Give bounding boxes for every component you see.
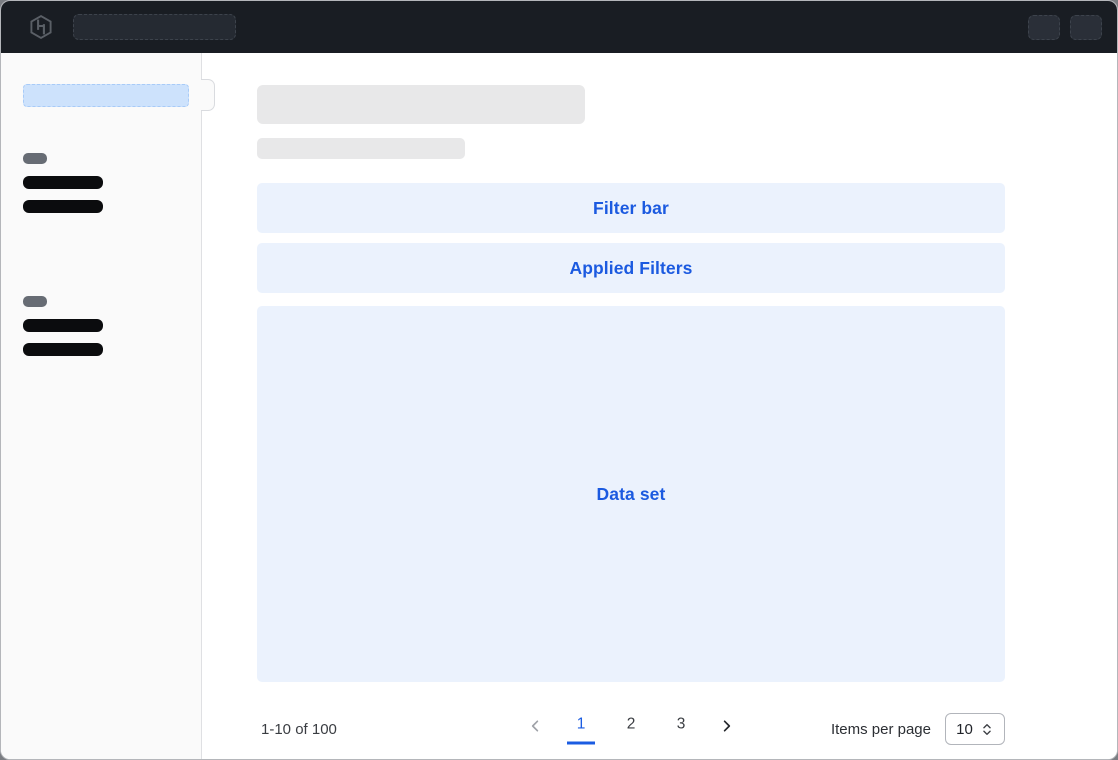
previous-page-button[interactable] (526, 719, 545, 740)
sidebar-active-item[interactable] (23, 84, 189, 107)
app-window: Filter bar Applied Filters Data set 1-10… (0, 0, 1118, 760)
chevrons-up-down-icon (980, 722, 994, 737)
page-subtitle-skeleton (257, 138, 465, 159)
sidebar-item[interactable] (23, 176, 103, 189)
pagination-range-text: 1-10 of 100 (257, 721, 337, 738)
chevron-left-icon (528, 719, 543, 734)
items-per-page-select[interactable]: 10 (945, 713, 1005, 745)
items-per-page-label: Items per page (831, 721, 931, 738)
sidebar-item[interactable] (23, 343, 103, 356)
sidebar-toggle-tab[interactable] (201, 79, 215, 111)
hashicorp-logo-icon (29, 15, 53, 39)
page-button[interactable]: 3 (667, 714, 695, 745)
items-per-page-value: 10 (956, 721, 973, 738)
sidebar-item[interactable] (23, 200, 103, 213)
pager: 1 2 3 (526, 714, 736, 745)
topnav-action-button-2[interactable] (1070, 15, 1102, 40)
page-button[interactable]: 1 (567, 714, 595, 745)
data-set-section: Data set (257, 306, 1005, 682)
main-content: Filter bar Applied Filters Data set 1-10… (202, 53, 1117, 759)
applied-filters-section: Applied Filters (257, 243, 1005, 293)
sidebar-section-label-1 (23, 153, 47, 164)
page-title-skeleton (257, 85, 585, 124)
top-nav-bar (1, 1, 1117, 53)
data-set-label: Data set (597, 484, 666, 505)
chevron-right-icon (719, 719, 734, 734)
topnav-action-button-1[interactable] (1028, 15, 1060, 40)
sidebar-section-label-2 (23, 296, 47, 307)
filter-bar-section: Filter bar (257, 183, 1005, 233)
applied-filters-label: Applied Filters (569, 258, 692, 279)
next-page-button[interactable] (717, 719, 736, 740)
search-input[interactable] (73, 14, 236, 40)
sidebar-item[interactable] (23, 319, 103, 332)
filter-bar-label: Filter bar (593, 198, 669, 219)
app-body: Filter bar Applied Filters Data set 1-10… (1, 53, 1117, 759)
items-per-page-group: Items per page 10 (831, 713, 1005, 745)
page-button[interactable]: 2 (617, 714, 645, 745)
pagination-footer: 1-10 of 100 1 2 3 Items per page 10 (257, 705, 1005, 753)
sidebar (1, 53, 202, 759)
